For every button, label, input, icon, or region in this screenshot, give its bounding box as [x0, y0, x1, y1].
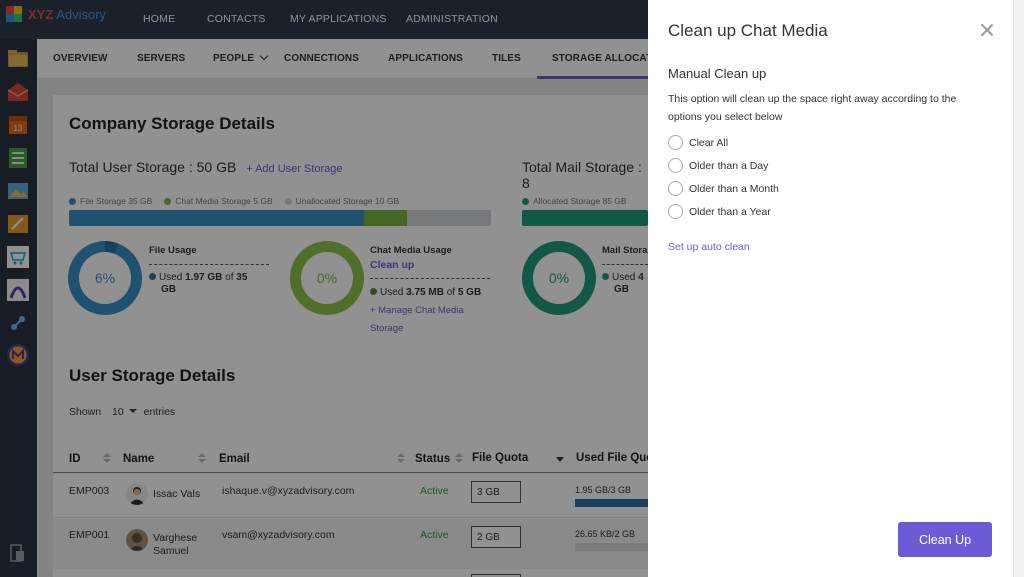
option-label: Older than a Day — [689, 159, 769, 172]
drawer-title: Clean up Chat Media — [668, 21, 828, 40]
option-clear-all[interactable]: Clear All — [668, 135, 728, 150]
scrollbar[interactable] — [1013, 0, 1024, 577]
clean-up-button[interactable]: Clean Up — [898, 522, 992, 557]
auto-clean-link[interactable]: Set up auto clean — [668, 241, 750, 253]
radio-button[interactable] — [668, 158, 683, 173]
option-older-than-year[interactable]: Older than a Year — [668, 204, 771, 219]
option-older-than-month[interactable]: Older than a Month — [668, 181, 779, 196]
option-label: Older than a Month — [689, 182, 779, 195]
option-label: Older than a Year — [689, 205, 771, 218]
cleanup-description: This option will clean up the space righ… — [668, 93, 957, 123]
radio-button[interactable] — [668, 204, 683, 219]
manual-cleanup-heading: Manual Clean up — [668, 66, 767, 81]
close-icon[interactable] — [980, 23, 994, 37]
radio-button[interactable] — [668, 135, 683, 150]
modal-backdrop[interactable] — [0, 0, 648, 577]
option-label: Clear All — [689, 136, 729, 149]
radio-button[interactable] — [668, 181, 683, 196]
option-older-than-day[interactable]: Older than a Day — [668, 158, 768, 173]
cleanup-drawer: Clean up Chat Media Manual Clean up This… — [648, 0, 1013, 577]
